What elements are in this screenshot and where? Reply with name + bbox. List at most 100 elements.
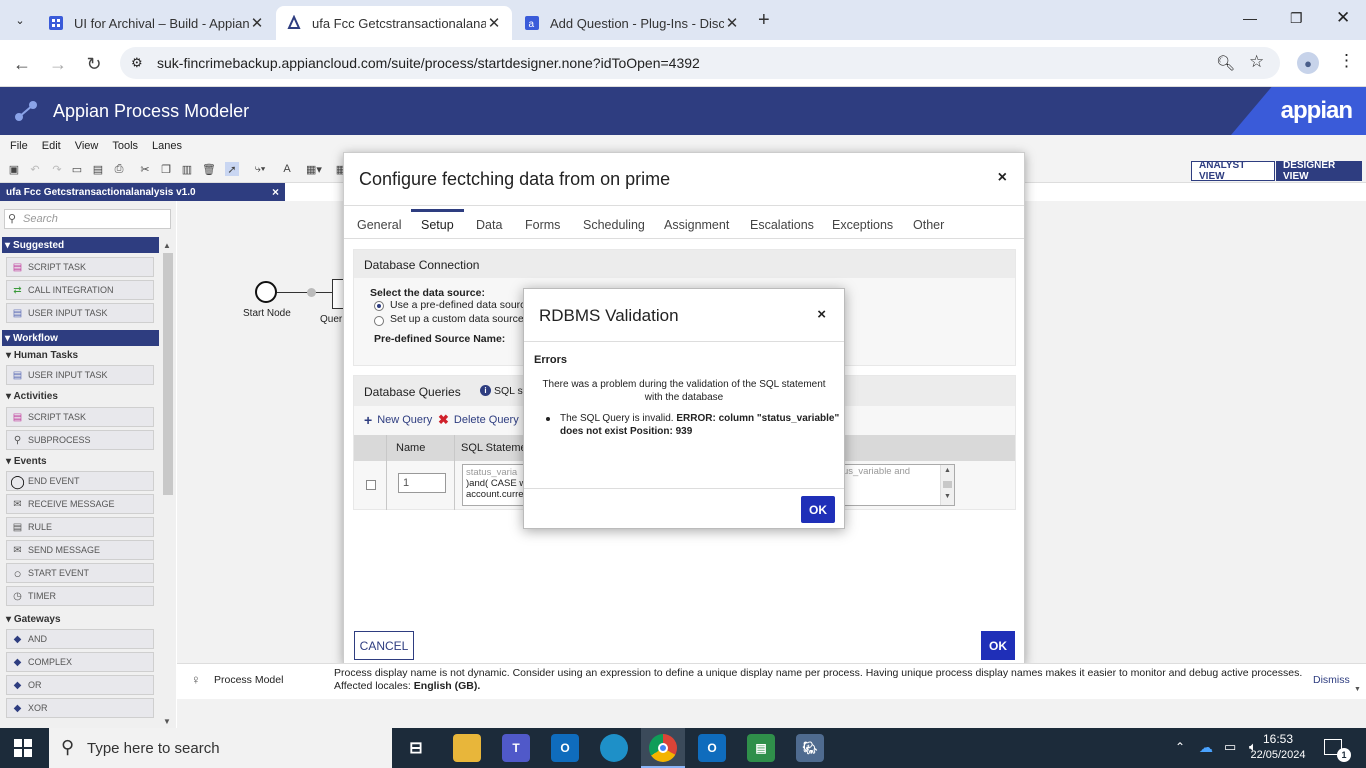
text-tool-icon[interactable]: A [280, 162, 294, 176]
section-workflow[interactable]: ▾ Workflow [2, 330, 159, 346]
reload-icon[interactable]: ↻ [82, 52, 106, 76]
palette-item-call-integration[interactable]: ⇄ CALL INTEGRATION [6, 280, 154, 300]
palette-scrollbar[interactable]: ▲ ▼ [162, 239, 174, 727]
forward-icon[interactable]: → [46, 52, 70, 76]
sql-column-header[interactable]: SQL Statemen [461, 442, 533, 454]
tab-exceptions[interactable]: Exceptions [832, 218, 893, 232]
url-field[interactable]: ⚙ suk-fincrimebackup.appiancloud.com/sui… [120, 47, 1280, 79]
scroll-down-icon[interactable]: ▼ [163, 717, 171, 726]
palette-item-receive-message[interactable]: ✉ RECEIVE MESSAGE [6, 494, 154, 514]
textarea-scrollbar[interactable]: ▲ ▼ [940, 465, 954, 505]
subsection-gateways[interactable]: ▾ Gateways [6, 614, 61, 625]
site-info-icon[interactable]: ⚙ [131, 55, 143, 71]
cancel-button[interactable]: CANCEL [354, 631, 414, 660]
menu-edit[interactable]: Edit [42, 140, 61, 152]
tray-chevron-icon[interactable]: ⌃ [1175, 740, 1185, 754]
tab-scheduling[interactable]: Scheduling [583, 218, 645, 232]
browser-tab-2[interactable]: ufa Fcc Getcstransactionalanalysis ✕ [276, 6, 512, 40]
bookmark-star-icon[interactable]: ☆ [1249, 52, 1264, 72]
outlook-icon[interactable]: O [698, 734, 726, 762]
tab-general[interactable]: General [357, 218, 401, 232]
restore-icon[interactable]: ❐ [1290, 10, 1303, 27]
palette-item-end-event[interactable]: ◯ END EVENT [6, 471, 154, 491]
analyst-view-button[interactable]: ANALYST VIEW [1191, 160, 1275, 182]
close-tab-icon[interactable]: ✕ [724, 14, 740, 32]
teams-icon[interactable]: T [502, 734, 530, 762]
connector-handle-icon[interactable] [307, 288, 316, 297]
minimize-icon[interactable]: — [1243, 10, 1257, 26]
redo-icon[interactable]: ↷ [50, 162, 64, 176]
print-icon[interactable]: ⎙ [112, 162, 126, 176]
open-icon[interactable]: ▭ [70, 162, 84, 176]
palette-item-script-task[interactable]: ▤ SCRIPT TASK [6, 257, 154, 277]
ok-button[interactable]: OK [981, 631, 1015, 660]
palette-item-or[interactable]: ◆ OR [6, 675, 154, 695]
palette-item-timer[interactable]: ◷ TIMER [6, 586, 154, 606]
connector-tool-icon[interactable]: ⤷▾ [248, 162, 272, 176]
windows-start-icon[interactable] [14, 739, 32, 757]
zoom-icon[interactable]: 🔍︎ [1216, 54, 1235, 72]
palette-item-user-input-task[interactable]: ▤ USER INPUT TASK [6, 365, 154, 385]
undo-icon[interactable]: ↶ [28, 162, 42, 176]
palette-search-input[interactable]: ⚲ Search [4, 209, 171, 229]
section-suggested[interactable]: ▾ Suggested [2, 237, 159, 253]
sheets-icon[interactable]: ▤ [747, 734, 775, 762]
new-query-link[interactable]: + New Query [364, 412, 432, 428]
custom-source-radio[interactable] [374, 316, 384, 326]
edge-icon[interactable] [600, 734, 628, 762]
start-node-icon[interactable] [255, 281, 277, 303]
dismiss-link[interactable]: Dismiss [1313, 674, 1350, 686]
validation-ok-button[interactable]: OK [801, 496, 835, 523]
palette-item-and[interactable]: ◆ AND [6, 629, 154, 649]
query-name-input[interactable]: 1 [398, 473, 446, 493]
paste-icon[interactable]: ▥ [180, 162, 194, 176]
tab-assignment[interactable]: Assignment [664, 218, 729, 232]
palette-item-complex[interactable]: ◆ COMPLEX [6, 652, 154, 672]
scroll-down-icon[interactable]: ▼ [1354, 686, 1361, 693]
scroll-down-icon[interactable]: ▼ [941, 491, 954, 502]
info-icon[interactable]: i [480, 385, 491, 396]
close-model-tab-icon[interactable]: × [272, 185, 279, 199]
back-icon[interactable]: ← [10, 52, 34, 76]
copy-icon[interactable]: ❐ [159, 162, 173, 176]
palette-item-user-input-task[interactable]: ▤ USER INPUT TASK [6, 303, 154, 323]
clock-date[interactable]: 22/05/2024 [1246, 749, 1310, 761]
name-column-header[interactable]: Name [396, 442, 425, 454]
chrome-icon[interactable] [649, 734, 677, 762]
flow-connector[interactable] [277, 292, 332, 293]
row-select-checkbox[interactable] [366, 480, 376, 490]
tab-forms[interactable]: Forms [525, 218, 560, 232]
window-close-icon[interactable]: ✕ [1336, 8, 1350, 28]
save-icon[interactable]: ▤ [91, 162, 105, 176]
palette-item-rule[interactable]: ▤ RULE [6, 517, 154, 537]
new-tab-button[interactable]: + [758, 9, 770, 32]
new-icon[interactable]: ▣ [7, 162, 21, 176]
tab-data[interactable]: Data [476, 218, 502, 232]
palette-item-xor[interactable]: ◆ XOR [6, 698, 154, 718]
palette-item-start-event[interactable]: ○ START EVENT [6, 563, 154, 583]
profile-icon[interactable]: ● [1297, 52, 1319, 74]
clock-time[interactable]: 16:53 [1262, 732, 1294, 746]
scroll-up-icon[interactable]: ▲ [941, 465, 954, 476]
scroll-up-icon[interactable]: ▲ [163, 241, 171, 250]
tab-setup[interactable]: Setup [421, 218, 454, 232]
subsection-human-tasks[interactable]: ▾ Human Tasks [6, 350, 78, 361]
onedrive-icon[interactable]: ☁ [1199, 739, 1213, 756]
tab-search-chevron-icon[interactable]: ⌄ [10, 10, 30, 30]
menu-view[interactable]: View [75, 140, 99, 152]
cut-icon[interactable]: ✂ [138, 162, 152, 176]
close-tab-icon[interactable]: ✕ [249, 14, 265, 32]
subsection-activities[interactable]: ▾ Activities [6, 391, 58, 402]
select-tool-icon[interactable]: ➚ [225, 162, 239, 176]
scrollbar-thumb[interactable] [163, 253, 173, 495]
subsection-events[interactable]: ▾ Events [6, 456, 47, 467]
browser-tab-1[interactable]: UI for Archival – Build - Appian ✕ [38, 6, 275, 40]
browser-tab-3[interactable]: a Add Question - Plug-Ins - Discu ✕ [514, 6, 750, 40]
process-model-tab[interactable]: ufa Fcc Getcstransactionalanalysis v1.0 … [0, 183, 285, 201]
outlook-new-icon[interactable]: O [551, 734, 579, 762]
postgres-icon[interactable]: 🐘︎ [796, 734, 824, 762]
network-icon[interactable]: ▭ [1224, 739, 1236, 755]
taskbar-search-input[interactable]: ⚲ Type here to search [49, 728, 392, 768]
tab-other[interactable]: Other [913, 218, 944, 232]
delete-icon[interactable]: 🗑︎ [202, 162, 216, 176]
